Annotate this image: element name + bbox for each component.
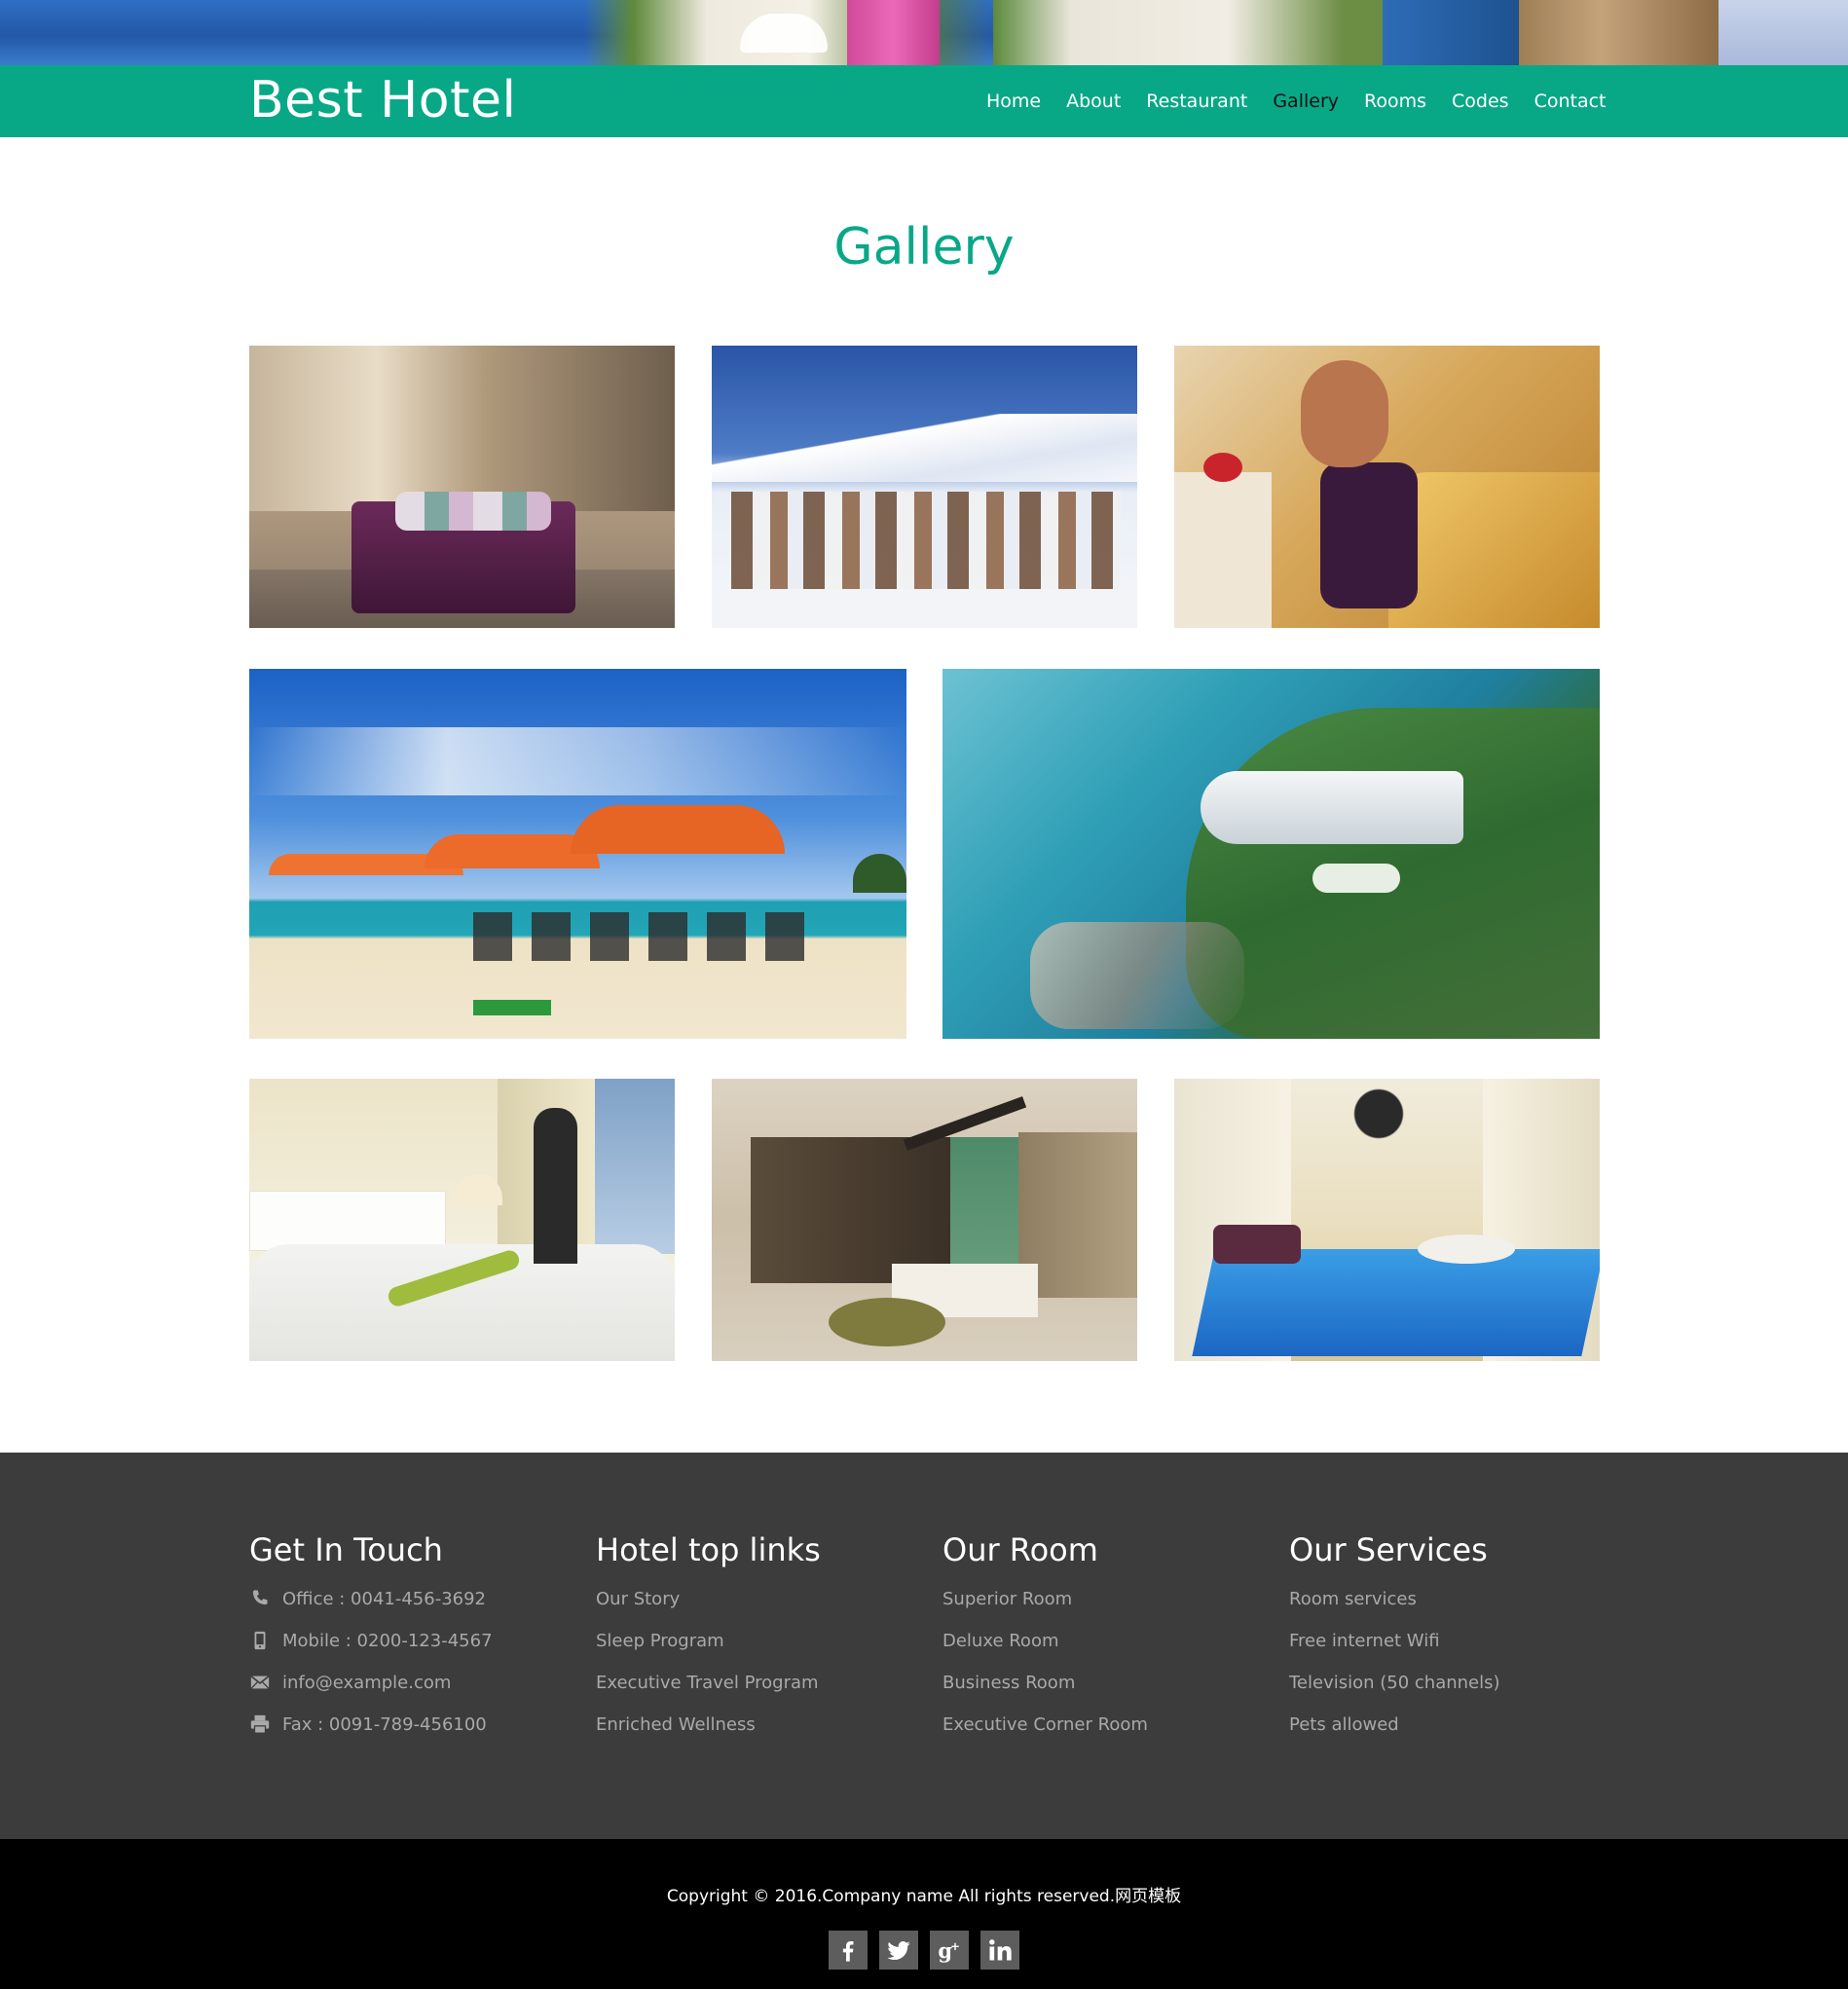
footer-link-executive-corner-room[interactable]: Executive Corner Room <box>942 1713 1148 1754</box>
services-list: Room services Free internet Wifi Televis… <box>1289 1587 1500 1754</box>
gallery-photo-bedroom[interactable] <box>249 1079 675 1361</box>
twitter-icon <box>885 1936 912 1964</box>
facebook-icon <box>834 1936 862 1964</box>
copyright-text: Copyright © 2016.Company name All rights… <box>666 1887 1182 1906</box>
footer-link-room-services[interactable]: Room services <box>1289 1587 1500 1629</box>
footer-link-free-wifi[interactable]: Free internet Wifi <box>1289 1629 1500 1671</box>
twitter-link[interactable] <box>879 1931 918 1970</box>
nav-restaurant[interactable]: Restaurant <box>1146 91 1247 112</box>
footer-link-our-story[interactable]: Our Story <box>596 1587 819 1629</box>
footer-col-title: Our Services <box>1289 1531 1488 1568</box>
room-links-list: Superior Room Deluxe Room Business Room … <box>942 1587 1148 1754</box>
footer-col-title: Get In Touch <box>249 1531 443 1568</box>
footer-link-business-room[interactable]: Business Room <box>942 1671 1148 1713</box>
contact-item-office: Office : 0041-456-3692 <box>249 1587 493 1629</box>
gallery-photo-lobby-reception[interactable] <box>712 1079 1137 1361</box>
nav-gallery[interactable]: Gallery <box>1273 91 1339 112</box>
contact-item-text: Mobile : 0200-123-4567 <box>282 1631 493 1651</box>
gallery-photo-aerial-hotel[interactable] <box>942 669 1600 1039</box>
contact-item-email[interactable]: info@example.com <box>249 1671 493 1713</box>
printer-icon <box>249 1713 271 1735</box>
gallery-photo-beach[interactable] <box>249 669 906 1039</box>
copyright-bar: Copyright © 2016.Company name All rights… <box>0 1839 1848 1989</box>
navbar: Best Hotel Home About Restaurant Gallery… <box>0 65 1848 137</box>
contact-item-text: Fax : 0091-789-456100 <box>282 1714 487 1735</box>
linkedin-link[interactable] <box>980 1931 1019 1970</box>
footer-col-title: Hotel top links <box>596 1531 821 1568</box>
phone-icon <box>249 1588 271 1609</box>
footer-col-title: Our Room <box>942 1531 1098 1568</box>
gallery-photo-golden-room[interactable] <box>1174 346 1600 628</box>
contact-item-mobile: Mobile : 0200-123-4567 <box>249 1629 493 1671</box>
social-links: g + <box>829 1931 1031 1971</box>
footer-link-executive-travel[interactable]: Executive Travel Program <box>596 1671 819 1713</box>
footer-link-pets-allowed[interactable]: Pets allowed <box>1289 1713 1500 1754</box>
nav-home[interactable]: Home <box>986 91 1041 112</box>
gallery-photo-lounge[interactable] <box>249 346 675 628</box>
footer-link-television[interactable]: Television (50 channels) <box>1289 1671 1500 1713</box>
footer: Get In Touch Office : 0041-456-3692 Mobi… <box>0 1453 1848 1839</box>
contact-item-fax: Fax : 0091-789-456100 <box>249 1713 493 1754</box>
page-title: Gallery <box>833 218 1015 276</box>
nav-about[interactable]: About <box>1066 91 1121 112</box>
nav-contact[interactable]: Contact <box>1534 91 1607 112</box>
svg-text:+: + <box>950 1939 960 1953</box>
contact-item-text[interactable]: info@example.com <box>282 1671 451 1696</box>
header-banner-image <box>0 0 1848 65</box>
envelope-icon <box>249 1672 271 1693</box>
contact-item-text: Office : 0041-456-3692 <box>282 1589 487 1609</box>
google-plus-icon: g + <box>936 1936 963 1964</box>
contact-list: Office : 0041-456-3692 Mobile : 0200-123… <box>249 1587 493 1754</box>
google-plus-link[interactable]: g + <box>930 1931 969 1970</box>
footer-link-superior-room[interactable]: Superior Room <box>942 1587 1148 1629</box>
footer-link-enriched-wellness[interactable]: Enriched Wellness <box>596 1713 819 1754</box>
mobile-icon <box>249 1630 271 1651</box>
gallery-photo-indoor-pool[interactable] <box>1174 1079 1600 1361</box>
footer-link-deluxe-room[interactable]: Deluxe Room <box>942 1629 1148 1671</box>
main-nav: Home About Restaurant Gallery Rooms Code… <box>974 65 1618 137</box>
nav-rooms[interactable]: Rooms <box>1364 91 1426 112</box>
hotel-links-list: Our Story Sleep Program Executive Travel… <box>596 1587 819 1754</box>
gallery-photo-snow-village[interactable] <box>712 346 1137 628</box>
brand-logo-link[interactable]: Best Hotel <box>249 69 516 131</box>
facebook-link[interactable] <box>829 1931 868 1970</box>
linkedin-icon <box>986 1936 1014 1964</box>
nav-codes[interactable]: Codes <box>1452 91 1509 112</box>
footer-link-sleep-program[interactable]: Sleep Program <box>596 1629 819 1671</box>
